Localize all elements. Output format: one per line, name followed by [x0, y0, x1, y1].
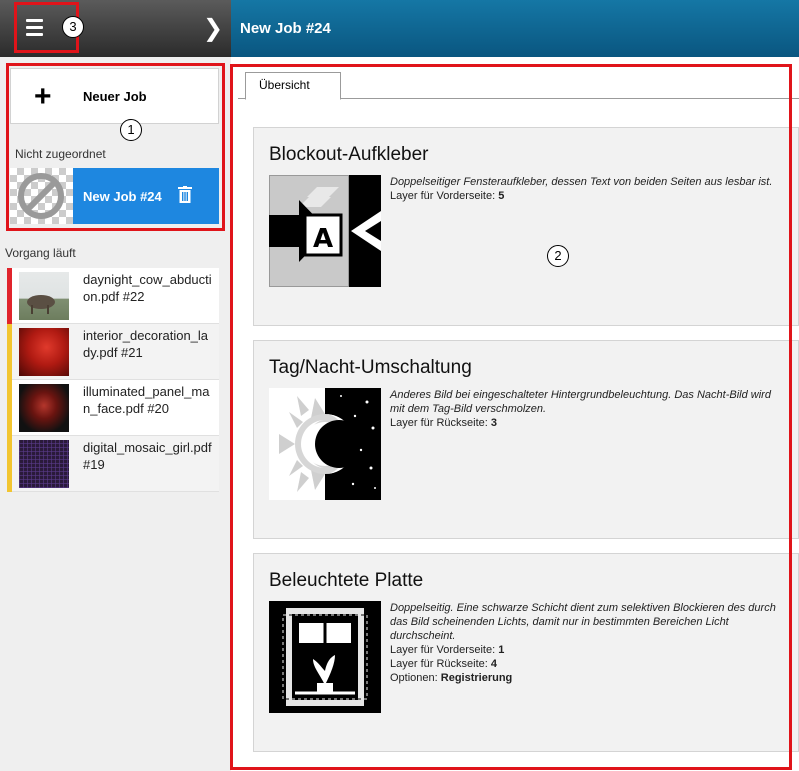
job-thumbnail: [19, 384, 69, 432]
job-thumbnail: [19, 328, 69, 376]
chevron-right-icon[interactable]: ❯: [203, 14, 223, 43]
job-name: digital_mosaic_girl.pdf #19: [83, 440, 212, 472]
list-item[interactable]: digital_mosaic_girl.pdf #19: [7, 436, 219, 492]
in-progress-label: Vorgang läuft: [5, 246, 76, 260]
job-name: daynight_cow_abduction.pdf #22: [83, 272, 212, 304]
job-title: New Job #24: [240, 20, 331, 37]
job-thumbnail: [19, 440, 69, 488]
annotation-number: 2: [547, 245, 569, 267]
list-item[interactable]: illuminated_panel_man_face.pdf #20: [7, 380, 219, 436]
annotation-number: 3: [62, 16, 84, 38]
list-item[interactable]: daynight_cow_abduction.pdf #22: [7, 268, 219, 324]
annotation-box-sidebar: [6, 63, 225, 231]
list-item[interactable]: interior_decoration_lady.pdf #21: [7, 324, 219, 380]
status-bar: [7, 436, 12, 492]
running-jobs-list: daynight_cow_abduction.pdf #22 interior_…: [7, 268, 219, 492]
annotation-box-main: [230, 64, 792, 770]
job-thumbnail: [19, 272, 69, 320]
status-bar: [7, 380, 12, 436]
status-bar: [7, 324, 12, 380]
annotation-number: 1: [120, 119, 142, 141]
job-name: illuminated_panel_man_face.pdf #20: [83, 384, 210, 416]
job-name: interior_decoration_lady.pdf #21: [83, 328, 209, 360]
status-bar: [7, 268, 12, 324]
top-bar: ❯ New Job #24: [0, 0, 799, 57]
